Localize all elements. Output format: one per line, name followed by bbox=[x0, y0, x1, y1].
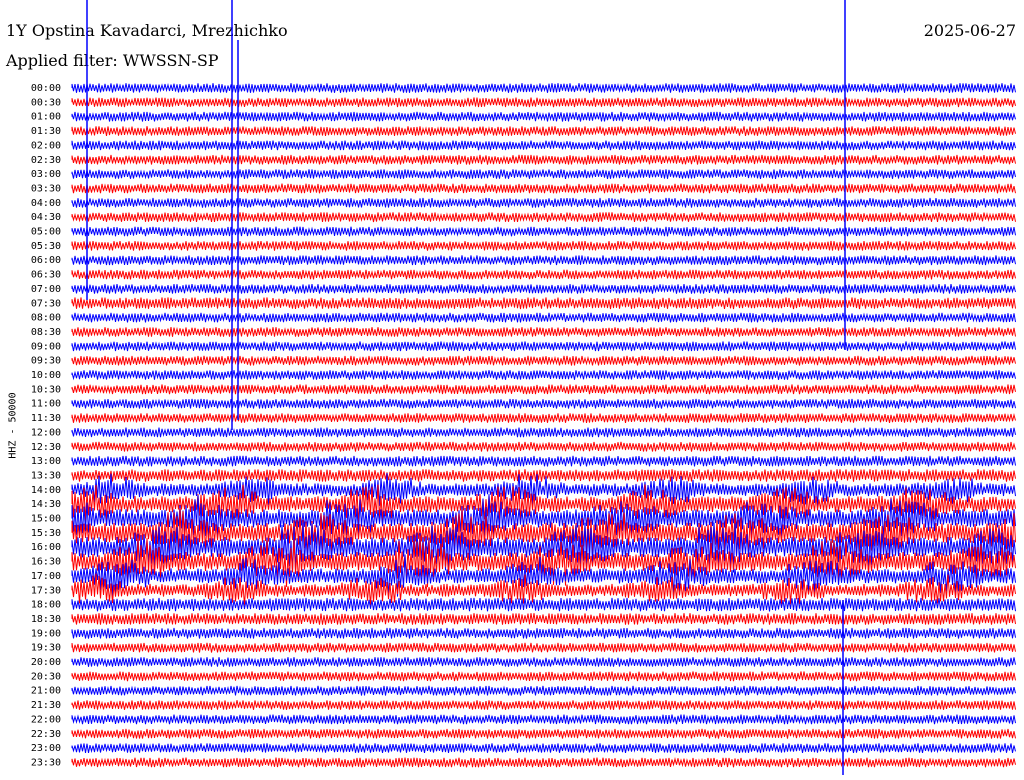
trace-line bbox=[71, 297, 1016, 310]
time-tick-label: 22:30 bbox=[31, 729, 61, 740]
time-tick-label: 04:00 bbox=[31, 198, 61, 209]
trace-line bbox=[71, 413, 1016, 424]
time-tick-label: 16:30 bbox=[31, 557, 61, 568]
trace-line bbox=[71, 613, 1016, 625]
time-tick-label: 11:00 bbox=[31, 399, 61, 410]
trace-line bbox=[71, 111, 1016, 122]
trace-line bbox=[71, 355, 1016, 366]
time-tick-label: 19:30 bbox=[31, 643, 61, 654]
time-tick-label: 08:00 bbox=[31, 313, 61, 324]
time-tick-label: 06:30 bbox=[31, 270, 61, 281]
trace-line bbox=[71, 226, 1016, 237]
time-tick-label: 18:30 bbox=[31, 614, 61, 625]
time-tick-label: 12:30 bbox=[31, 442, 61, 453]
time-tick-label: 09:00 bbox=[31, 341, 61, 352]
time-tick-label: 03:30 bbox=[31, 183, 61, 194]
time-tick-label: 23:30 bbox=[31, 757, 61, 768]
trace-line bbox=[71, 197, 1016, 208]
trace-line bbox=[71, 269, 1016, 280]
time-tick-label: 13:30 bbox=[31, 470, 61, 481]
time-tick-label: 17:00 bbox=[31, 571, 61, 582]
time-tick-label: 19:00 bbox=[31, 628, 61, 639]
trace-line bbox=[71, 125, 1016, 137]
trace-line bbox=[71, 455, 1016, 467]
trace-line bbox=[71, 312, 1016, 323]
time-tick-label: 23:00 bbox=[31, 743, 61, 754]
trace-line bbox=[71, 742, 1016, 754]
trace-line bbox=[71, 728, 1016, 740]
time-tick-label: 08:30 bbox=[31, 327, 61, 338]
time-tick-label: 01:00 bbox=[31, 112, 61, 123]
time-tick-label: 12:00 bbox=[31, 427, 61, 438]
time-tick-label: 22:00 bbox=[31, 714, 61, 725]
time-tick-label: 03:00 bbox=[31, 169, 61, 180]
time-tick-label: 02:00 bbox=[31, 140, 61, 151]
trace-line bbox=[71, 255, 1016, 266]
trace-line bbox=[71, 283, 1016, 295]
time-tick-label: 14:30 bbox=[31, 499, 61, 510]
trace-line bbox=[71, 212, 1016, 223]
time-tick-label: 05:30 bbox=[31, 241, 61, 252]
time-tick-label: 21:30 bbox=[31, 700, 61, 711]
time-tick-label: 21:00 bbox=[31, 686, 61, 697]
time-tick-label: 06:00 bbox=[31, 255, 61, 266]
time-tick-label: 00:30 bbox=[31, 97, 61, 108]
trace-line bbox=[71, 642, 1016, 653]
time-tick-label: 11:30 bbox=[31, 413, 61, 424]
trace-line bbox=[71, 441, 1016, 452]
time-tick-label: 04:30 bbox=[31, 212, 61, 223]
time-tick-label: 13:00 bbox=[31, 456, 61, 467]
trace-line bbox=[71, 97, 1016, 108]
trace-line bbox=[71, 83, 1016, 93]
time-tick-label: 15:30 bbox=[31, 528, 61, 539]
time-tick-label: 05:00 bbox=[31, 227, 61, 238]
time-tick-label: 18:00 bbox=[31, 600, 61, 611]
trace-line bbox=[71, 714, 1016, 725]
time-tick-label: 00:00 bbox=[31, 83, 61, 94]
trace-line bbox=[71, 699, 1016, 710]
trace-line bbox=[71, 685, 1016, 696]
trace-line bbox=[71, 671, 1016, 682]
time-tick-label: 14:00 bbox=[31, 485, 61, 496]
time-tick-label: 09:30 bbox=[31, 356, 61, 367]
trace-line bbox=[71, 169, 1016, 180]
trace-line bbox=[71, 240, 1016, 251]
trace-line bbox=[71, 597, 1016, 612]
time-tick-label: 02:30 bbox=[31, 155, 61, 166]
time-tick-label: 01:30 bbox=[31, 126, 61, 137]
trace-line bbox=[71, 757, 1016, 768]
trace-line bbox=[71, 154, 1016, 165]
time-tick-label: 17:30 bbox=[31, 585, 61, 596]
trace-line bbox=[71, 469, 1016, 482]
time-tick-label: 07:30 bbox=[31, 298, 61, 309]
trace-line bbox=[71, 341, 1016, 352]
trace-line bbox=[71, 140, 1016, 151]
trace-line bbox=[71, 369, 1016, 381]
trace-line bbox=[71, 627, 1016, 639]
trace-line bbox=[71, 183, 1016, 194]
trace-line bbox=[71, 383, 1016, 395]
time-tick-label: 20:30 bbox=[31, 671, 61, 682]
time-tick-label: 20:00 bbox=[31, 657, 61, 668]
time-tick-label: 15:00 bbox=[31, 514, 61, 525]
time-tick-label: 07:00 bbox=[31, 284, 61, 295]
trace-line bbox=[71, 326, 1016, 337]
trace-line bbox=[71, 427, 1016, 438]
time-tick-label: 10:30 bbox=[31, 384, 61, 395]
time-tick-label: 16:00 bbox=[31, 542, 61, 553]
helicorder-plot: 00:00 00:30 01:00 01:30 02:00 02:30 03:00 03:30… bbox=[31, 0, 1016, 775]
trace-line bbox=[71, 398, 1016, 409]
time-tick-label: 10:00 bbox=[31, 370, 61, 381]
trace-line bbox=[71, 657, 1016, 668]
